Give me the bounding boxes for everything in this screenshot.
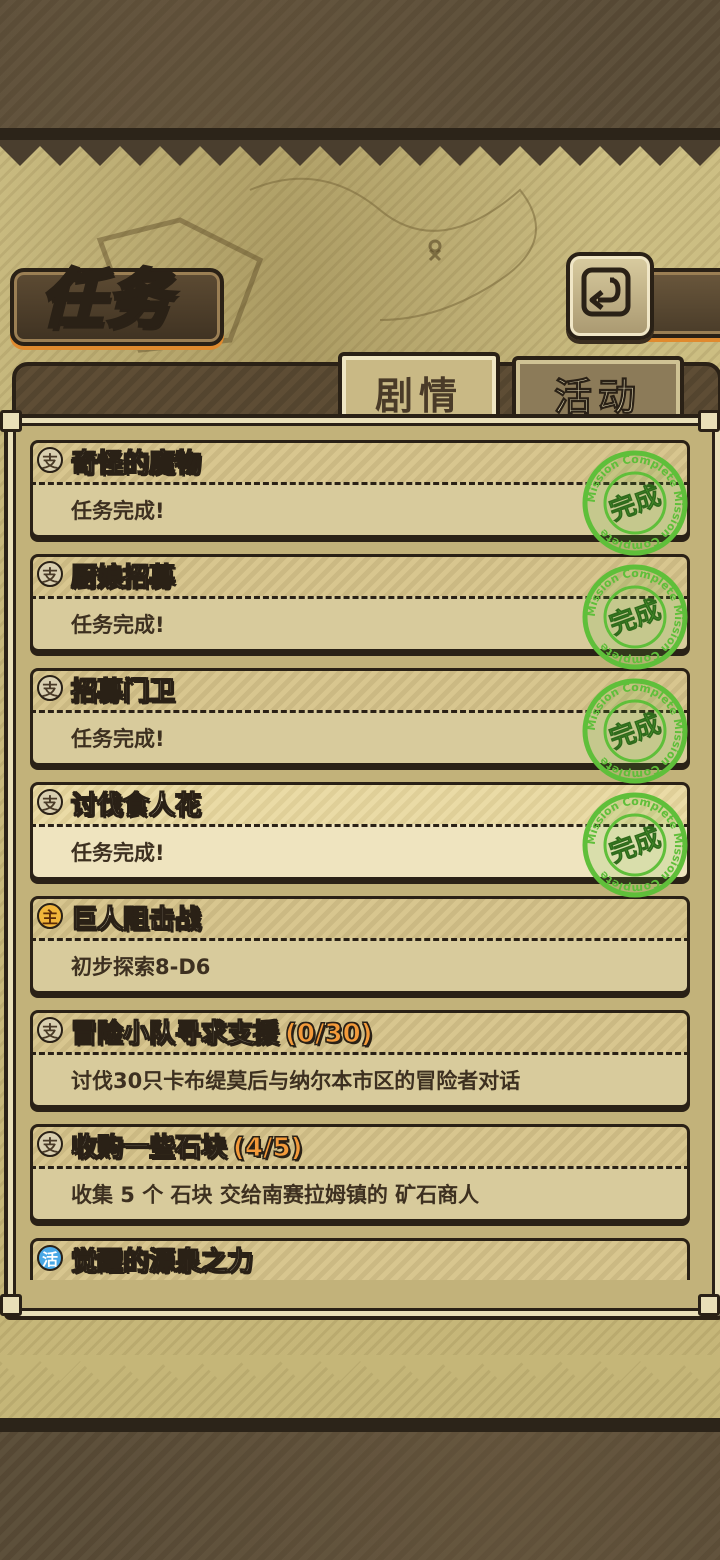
quest-type-badge: 支 xyxy=(37,1131,63,1157)
quest-type-badge: 主 xyxy=(37,903,63,929)
quest-header: 主 巨人阻击战 xyxy=(30,896,690,938)
quest-body: 讨伐30只卡布缇莫后与纳尔本市区的冒险者对话 xyxy=(30,1052,690,1108)
quest-description: 讨伐30只卡布缇莫后与纳尔本市区的冒险者对话 xyxy=(71,1069,521,1093)
quest-type-badge: 活 xyxy=(37,1245,63,1271)
quest-body: 初步探索8-D6 xyxy=(30,938,690,994)
quest-item[interactable]: 支 冒险小队寻求支援 (0/30) 讨伐30只卡布缇莫后与纳尔本市区的冒险者对话 xyxy=(30,1010,690,1110)
quest-item[interactable]: 活 觉醒的源泉之力 xyxy=(30,1238,690,1282)
quest-type-badge: 支 xyxy=(37,447,63,473)
quest-description: 初步探索8-D6 xyxy=(71,955,211,979)
quest-item[interactable]: 支 招募门卫 任务完成! Mission Complete Mission Co… xyxy=(30,668,690,784)
quest-header: 支 冒险小队寻求支援 (0/30) xyxy=(30,1010,690,1052)
quest-description: 任务完成! xyxy=(71,499,165,523)
back-arrow-icon xyxy=(581,267,631,317)
panel-corner xyxy=(0,1294,22,1316)
quest-item[interactable]: 支 收购一些石块 (4/5) 收集 5 个 石块 交给南赛拉姆镇的 矿石商人 xyxy=(30,1124,690,1224)
quest-item[interactable]: 主 巨人阻击战 初步探索8-D6 xyxy=(30,896,690,996)
quest-title: 巨人阻击战 xyxy=(70,905,202,936)
panel-corner xyxy=(698,410,720,432)
mission-complete-stamp-icon: Mission Complete Mission Complete 完成 xyxy=(582,792,688,898)
page-title: 任务 xyxy=(39,262,172,339)
quest-progress: (4/5) xyxy=(233,1133,303,1164)
quest-body: 收集 5 个 石块 交给南赛拉姆镇的 矿石商人 xyxy=(30,1166,690,1222)
bottom-border-band xyxy=(0,1418,720,1432)
mission-complete-stamp-icon: Mission Complete Mission Complete 完成 xyxy=(582,678,688,784)
quest-title: 招募门卫 xyxy=(70,677,176,708)
quest-description: 收集 5 个 石块 交给南赛拉姆镇的 矿石商人 xyxy=(71,1183,480,1207)
quest-title: 奇怪的魔物 xyxy=(70,449,202,480)
quest-type-badge: 支 xyxy=(37,561,63,587)
quest-title: 讨伐食人花 xyxy=(70,791,202,822)
quest-description: 任务完成! xyxy=(71,727,165,751)
mission-complete-stamp-icon: Mission Complete Mission Complete 完成 xyxy=(582,450,688,556)
quest-title: 觉醒的源泉之力 xyxy=(70,1247,254,1278)
tab-story-label: 剧情 xyxy=(374,373,463,418)
quest-item[interactable]: 支 厨娘招募 任务完成! Mission Complete Mission Co… xyxy=(30,554,690,670)
panel-corner xyxy=(0,410,22,432)
mission-complete-stamp-icon: Mission Complete Mission Complete 完成 xyxy=(582,564,688,670)
tab-event-label: 活动 xyxy=(553,374,642,419)
quest-progress: (0/30) xyxy=(285,1019,374,1050)
quest-header: 活 觉醒的源泉之力 xyxy=(30,1238,690,1280)
quest-list[interactable]: 支 奇怪的魔物 任务完成! Mission Complete Mission C… xyxy=(30,440,692,1282)
quest-item[interactable]: 支 讨伐食人花 任务完成! Mission Complete Mission C… xyxy=(30,782,690,898)
quest-type-badge: 支 xyxy=(37,675,63,701)
quest-description: 任务完成! xyxy=(71,613,165,637)
quest-type-badge: 支 xyxy=(37,789,63,815)
quest-header: 支 收购一些石块 (4/5) xyxy=(30,1124,690,1166)
quest-title: 收购一些石块 (4/5) xyxy=(70,1133,303,1164)
quest-description: 任务完成! xyxy=(71,841,165,865)
quest-item[interactable]: 支 奇怪的魔物 任务完成! Mission Complete Mission C… xyxy=(30,440,690,556)
bottom-zigzag-edge xyxy=(0,1355,720,1381)
quest-type-badge: 支 xyxy=(37,1017,63,1043)
back-button[interactable] xyxy=(566,252,654,340)
panel-corner xyxy=(698,1294,720,1316)
quest-title: 冒险小队寻求支援 (0/30) xyxy=(70,1019,374,1050)
quest-title: 厨娘招募 xyxy=(70,563,176,594)
